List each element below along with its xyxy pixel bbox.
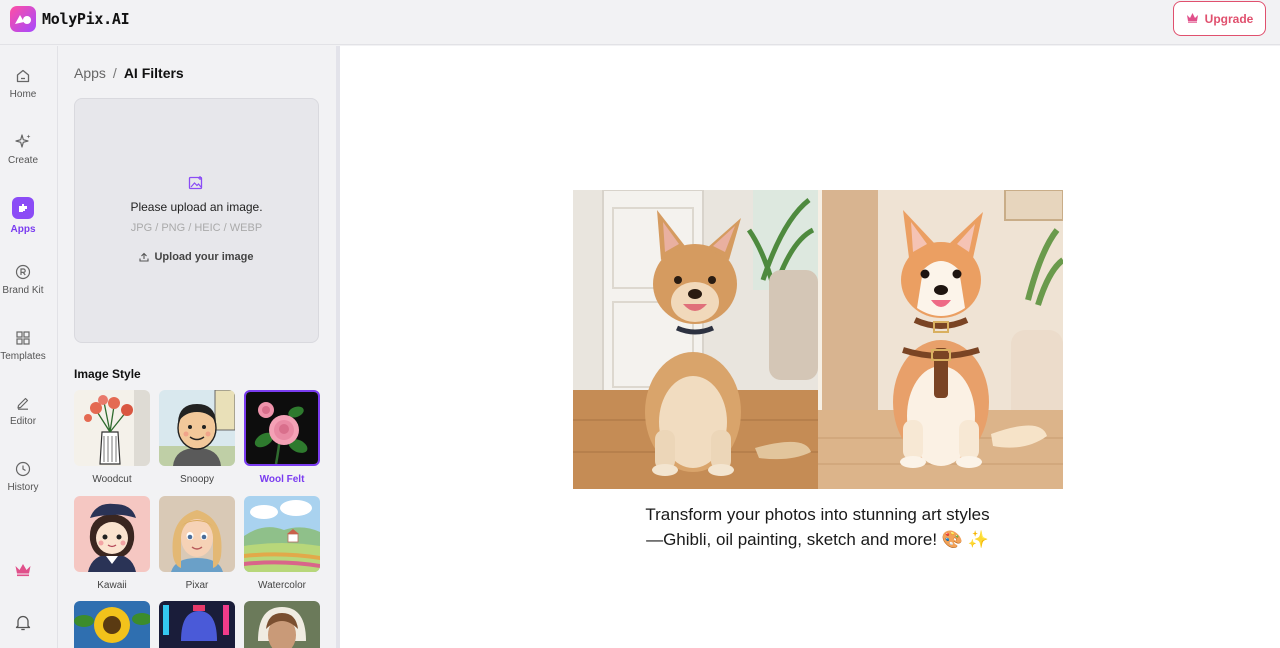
style-tile-kawaii[interactable]: Kawaii [74,496,150,591]
nav-brand-kit-label: Brand Kit [2,285,44,296]
pencil-icon [17,397,29,410]
nav-brand-kit[interactable]: Brand Kit [0,264,46,296]
breadcrumb-apps-link[interactable]: Apps [74,65,106,81]
crown-icon [15,564,31,577]
top-bar: MolyPix.AI Upgrade [0,0,1280,45]
nav-notifications[interactable] [0,613,46,632]
upload-icon [139,252,150,262]
registered-icon [15,264,31,280]
nav-history-label: History [7,482,39,493]
nav-create[interactable]: Create [0,133,46,166]
logo[interactable]: MolyPix.AI [10,6,130,32]
style-label: Watercolor [258,580,306,591]
style-thumbnail [244,601,320,648]
style-thumbnail [74,496,150,572]
breadcrumb: Apps / AI Filters [74,65,184,81]
upgrade-button[interactable]: Upgrade [1173,1,1266,36]
bell-icon [15,615,31,631]
nav-sidebar: Home Create Apps Brand Kit Templates Edi… [0,46,58,648]
clock-icon [15,461,31,477]
upload-prompt: Please upload an image. [130,200,263,214]
brand-name: MolyPix.AI [42,10,130,28]
logo-icon [10,6,36,32]
tool-panel: Apps / AI Filters Please upload an image… [58,46,336,648]
style-tile-pixar[interactable]: Pixar [159,496,235,591]
nav-editor-label: Editor [9,416,37,427]
style-thumbnail [244,390,320,466]
style-thumbnail [244,496,320,572]
before-after-preview [573,190,1063,489]
upload-formats: JPG / PNG / HEIC / WEBP [130,222,263,234]
style-tile-wool-felt[interactable]: Wool Felt [244,390,320,485]
nav-home-label: Home [9,89,37,100]
style-thumbnail [159,390,235,466]
upload-image-button[interactable]: Upload your image [75,251,318,263]
style-label: Wool Felt [259,474,305,485]
nav-templates-label: Templates [0,351,46,362]
style-tile-vintage[interactable] [244,601,320,648]
nav-premium[interactable] [0,562,46,577]
nav-home[interactable]: Home [0,68,46,100]
nav-history[interactable]: History [0,461,46,493]
main-canvas: Transform your photos into stunning art … [340,46,1280,648]
style-label: Snoopy [180,474,214,485]
style-thumbnail [159,496,235,572]
crown-icon [1186,12,1199,26]
nav-apps[interactable]: Apps [0,197,46,235]
sparkle-icon [14,134,30,148]
style-tile-sunflower[interactable] [74,601,150,648]
style-tile-woodcut[interactable]: Woodcut [74,390,150,485]
breadcrumb-separator: / [112,65,117,81]
apps-icon [12,197,34,219]
upload-image-label: Upload your image [154,251,254,263]
nav-create-label: Create [7,155,38,166]
upgrade-label: Upgrade [1204,11,1254,26]
image-upload-icon [188,176,203,190]
style-label: Woodcut [92,474,132,485]
style-tile-watercolor[interactable]: Watercolor [244,496,320,591]
page-title: AI Filters [123,65,184,81]
style-label: Kawaii [97,580,127,591]
home-icon [16,69,30,83]
tagline: Transform your photos into stunning art … [645,505,990,549]
style-tile-snoopy[interactable]: Snoopy [159,390,235,485]
upload-dropzone[interactable]: Please upload an image. JPG / PNG / HEIC… [74,98,319,343]
style-tile-neon[interactable] [159,601,235,648]
style-thumbnail [74,601,150,648]
nav-editor[interactable]: Editor [0,395,46,427]
style-thumbnail [74,390,150,466]
style-thumbnail [159,601,235,648]
nav-templates[interactable]: Templates [0,330,46,362]
nav-apps-label: Apps [10,224,36,235]
image-style-heading: Image Style [74,367,141,381]
grid-icon [16,331,30,345]
style-label: Pixar [185,580,209,591]
